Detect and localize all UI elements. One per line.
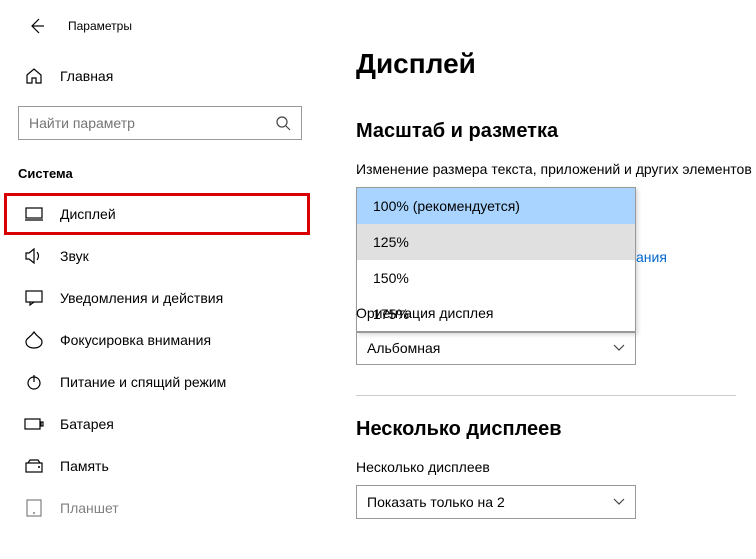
power-icon — [24, 372, 44, 392]
chevron-down-icon — [613, 498, 625, 506]
sidebar-item-tablet[interactable]: Планшет — [0, 487, 320, 529]
sidebar-item-battery[interactable]: Батарея — [0, 403, 320, 445]
back-arrow-icon[interactable] — [24, 14, 48, 38]
sidebar-item-label: Батарея — [60, 416, 114, 432]
focus-icon — [24, 330, 44, 350]
search-input[interactable] — [29, 115, 275, 131]
sidebar-section-title: Система — [0, 158, 320, 193]
scale-option-125[interactable]: 125% — [357, 224, 635, 260]
home-icon — [24, 66, 44, 86]
scale-option-150[interactable]: 150% — [357, 260, 635, 296]
multi-select[interactable]: Показать только на 2 — [356, 485, 636, 519]
sidebar-item-label: Фокусировка внимания — [60, 332, 211, 348]
sidebar-item-label: Звук — [60, 248, 89, 264]
nav-home[interactable]: Главная — [0, 56, 320, 96]
tablet-icon — [24, 498, 44, 518]
sidebar-item-display[interactable]: Дисплей — [4, 193, 310, 235]
page-title: Дисплей — [356, 48, 756, 80]
display-icon — [24, 204, 44, 224]
battery-icon — [24, 414, 44, 434]
search-box[interactable] — [18, 106, 302, 140]
sidebar-item-storage[interactable]: Память — [0, 445, 320, 487]
storage-icon — [24, 456, 44, 476]
sidebar: Параметры Главная Система Дисплей Звук У… — [0, 0, 320, 559]
nav-home-label: Главная — [60, 68, 113, 84]
app-title: Параметры — [68, 19, 132, 33]
sidebar-item-notifications[interactable]: Уведомления и действия — [0, 277, 320, 319]
search-icon — [275, 115, 291, 131]
multi-value: Показать только на 2 — [367, 494, 505, 510]
orientation-select[interactable]: Альбомная — [356, 331, 636, 365]
sidebar-item-label: Дисплей — [60, 206, 116, 222]
sidebar-item-label: Память — [60, 458, 109, 474]
multi-label: Несколько дисплеев — [356, 459, 756, 475]
topbar: Параметры — [0, 14, 320, 56]
sidebar-item-power[interactable]: Питание и спящий режим — [0, 361, 320, 403]
notifications-icon — [24, 288, 44, 308]
chevron-down-icon — [613, 344, 625, 352]
orientation-label: Ориентация дисплея — [356, 305, 756, 321]
sound-icon — [24, 246, 44, 266]
link-fragment[interactable]: ания — [636, 249, 756, 265]
multi-heading: Несколько дисплеев — [356, 418, 756, 441]
sidebar-item-focus[interactable]: Фокусировка внимания — [0, 319, 320, 361]
sidebar-item-label: Планшет — [60, 500, 119, 516]
sidebar-item-label: Питание и спящий режим — [60, 374, 226, 390]
orientation-value: Альбомная — [367, 340, 440, 356]
scale-label: Изменение размера текста, приложений и д… — [356, 161, 756, 177]
scale-heading: Масштаб и разметка — [356, 120, 756, 143]
divider — [356, 395, 736, 396]
sidebar-item-sound[interactable]: Звук — [0, 235, 320, 277]
main-content: Дисплей Масштаб и разметка Изменение раз… — [320, 0, 756, 559]
scale-option-100[interactable]: 100% (рекомендуется) — [357, 188, 635, 224]
sidebar-item-label: Уведомления и действия — [60, 290, 223, 306]
